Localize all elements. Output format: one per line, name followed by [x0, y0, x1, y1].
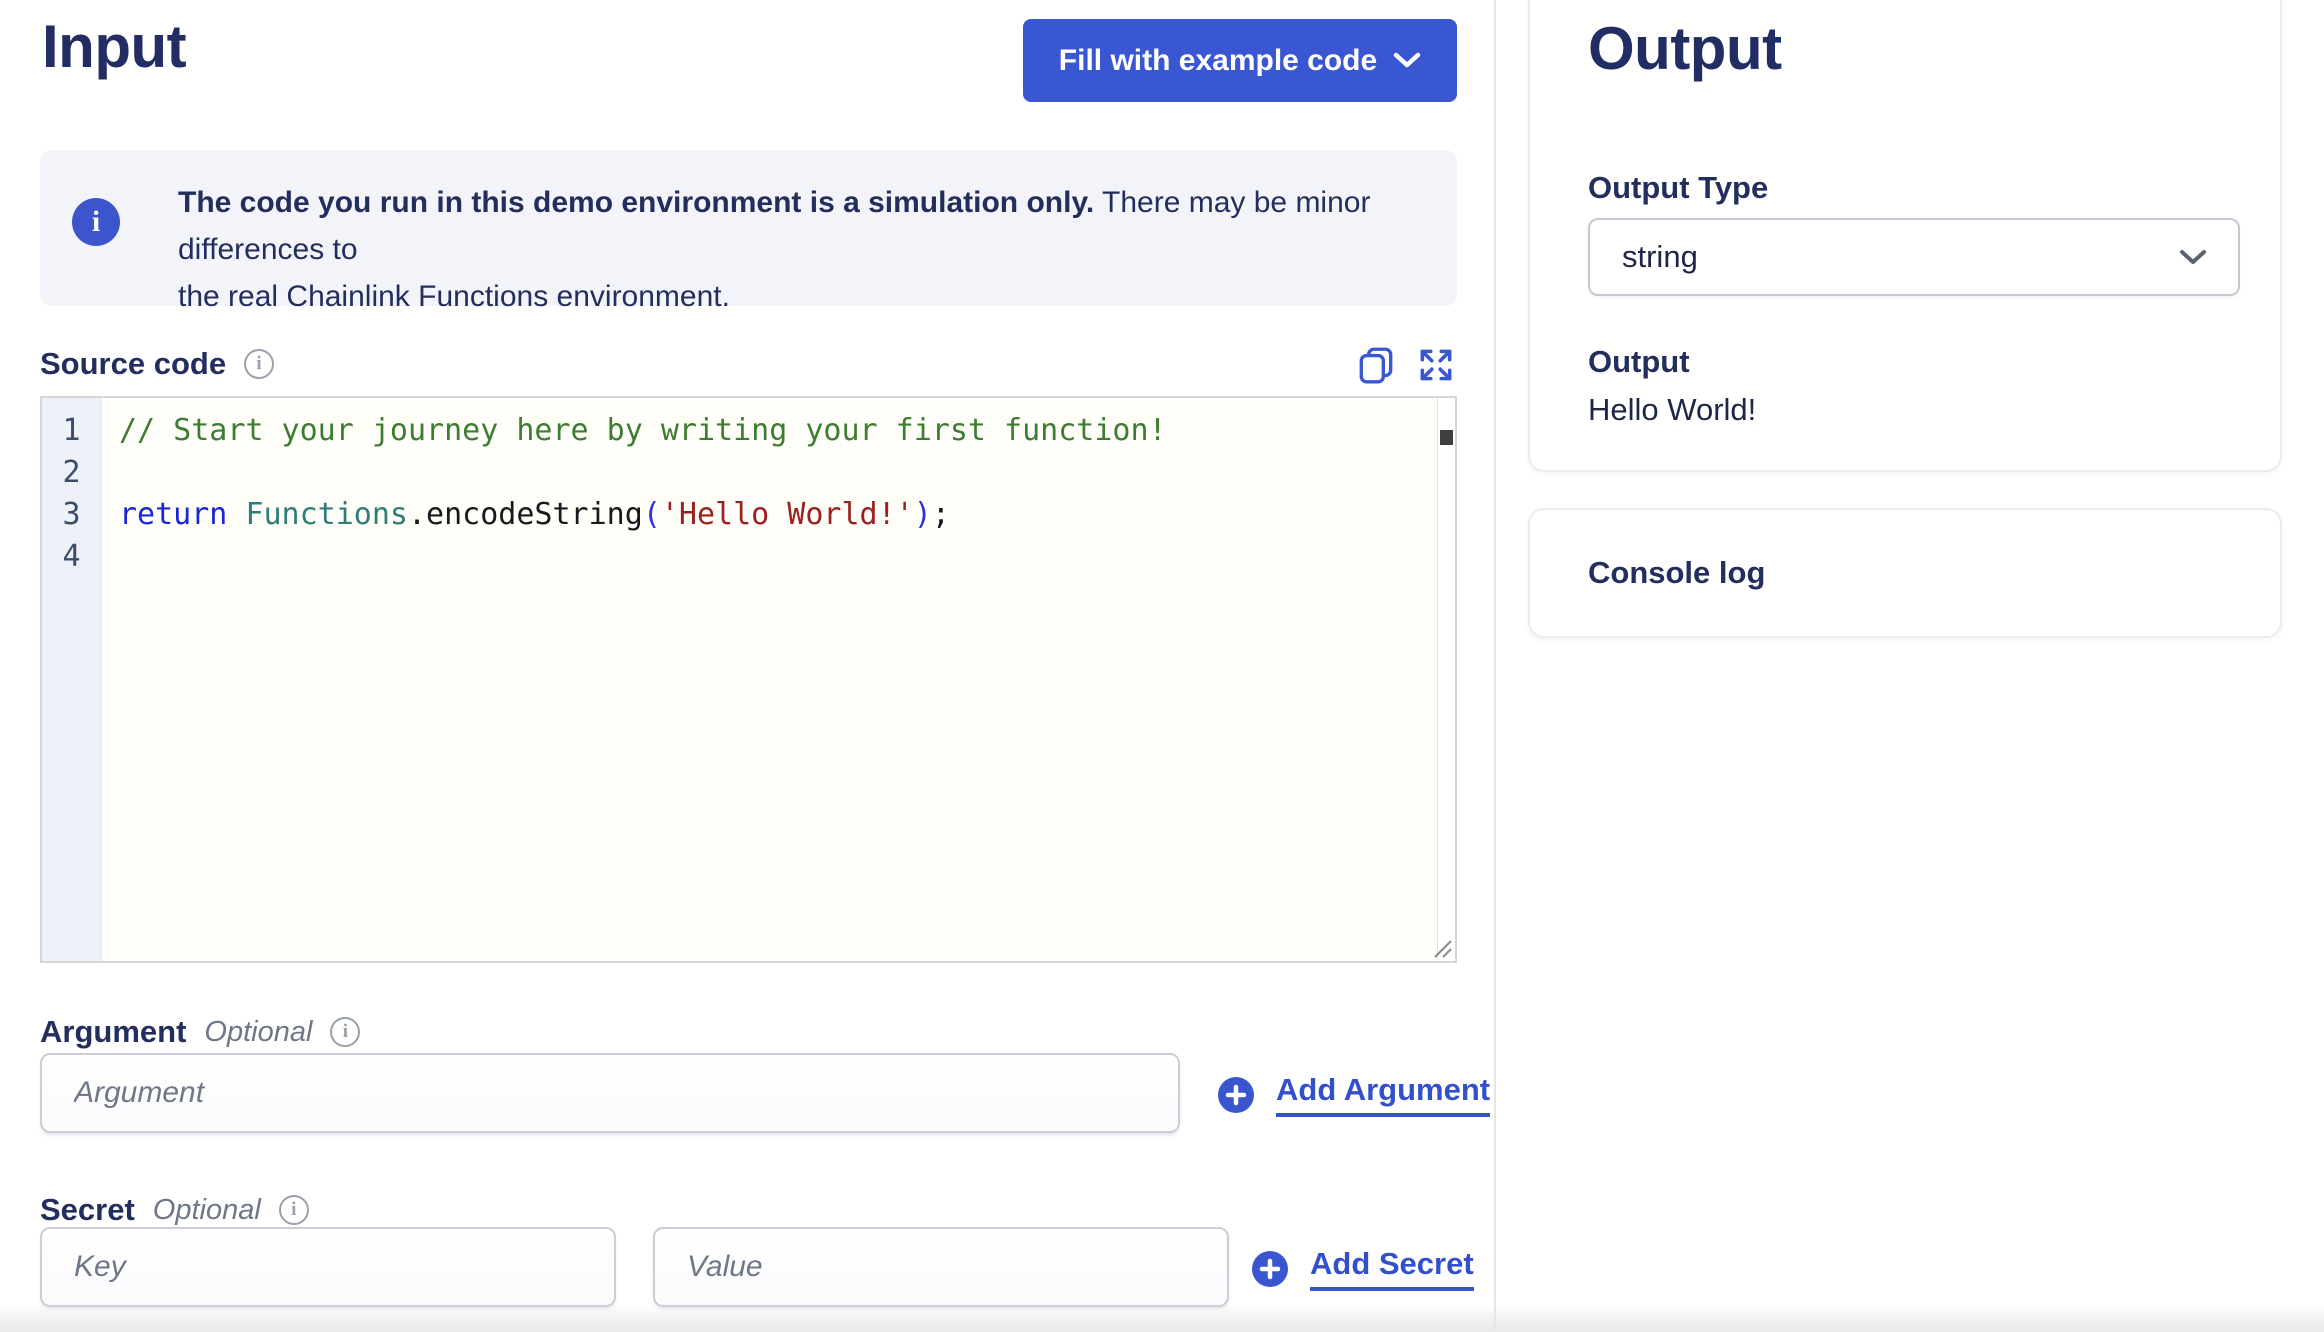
line-number: 3	[62, 497, 81, 532]
fill-with-example-code-button[interactable]: Fill with example code	[1023, 19, 1457, 102]
editor-gutter: 1 2 3 4	[42, 398, 102, 961]
output-type-value: string	[1622, 239, 1698, 274]
editor-actions	[1355, 344, 1457, 386]
argument-header: Argument Optional i	[40, 1014, 361, 1050]
output-type-select[interactable]: string	[1588, 218, 2240, 296]
plus-circle-icon	[1218, 1076, 1254, 1113]
panel-divider	[1494, 0, 1496, 1332]
source-code-info-icon[interactable]: i	[244, 349, 275, 379]
output-panel-title: Output	[1588, 15, 1782, 82]
code-line: return Functions.encodeString('Hello Wor…	[119, 497, 950, 532]
info-icon: i	[72, 198, 120, 246]
argument-info-icon[interactable]: i	[330, 1017, 361, 1047]
code-line: // Start your journey here by writing yo…	[119, 413, 1167, 448]
line-number: 2	[62, 455, 81, 490]
resize-handle-icon[interactable]	[1427, 933, 1453, 959]
plus-circle-icon	[1252, 1250, 1288, 1287]
output-result-label: Output	[1588, 344, 1690, 379]
bottom-fade	[0, 1304, 2324, 1332]
banner-bold-text: The code you run in this demo environmen…	[178, 186, 1095, 219]
input-panel-title: Input	[42, 13, 187, 80]
output-result-value: Hello World!	[1588, 392, 1757, 427]
banner-text: The code you run in this demo environmen…	[178, 179, 1427, 320]
fill-button-label: Fill with example code	[1058, 43, 1378, 77]
editor-scrollbar[interactable]	[1437, 398, 1455, 961]
add-secret-button[interactable]: Add Secret	[1250, 1246, 1474, 1291]
argument-optional-label: Optional	[204, 1015, 313, 1048]
source-code-header: Source code i	[40, 346, 275, 382]
secret-optional-label: Optional	[152, 1193, 261, 1226]
secret-header: Secret Optional i	[40, 1192, 309, 1228]
copy-icon	[1359, 347, 1393, 384]
add-secret-label: Add Secret	[1310, 1246, 1474, 1291]
editor-code[interactable]: // Start your journey here by writing yo…	[103, 398, 1435, 961]
editor-scrollbar-thumb[interactable]	[1440, 430, 1453, 445]
output-card: Output Output Type string Output Hello W…	[1528, 0, 2282, 472]
console-log-card: Console log	[1528, 508, 2282, 638]
line-number: 4	[62, 539, 81, 574]
argument-input[interactable]	[40, 1053, 1180, 1133]
expand-icon	[1420, 349, 1452, 381]
output-type-label: Output Type	[1588, 170, 1769, 205]
expand-editor-button[interactable]	[1415, 344, 1457, 386]
chevron-down-icon	[1393, 52, 1421, 68]
simulation-notice-banner: i The code you run in this demo environm…	[40, 150, 1457, 313]
secret-value-input[interactable]	[653, 1227, 1229, 1307]
line-number: 1	[62, 413, 81, 448]
secret-info-icon[interactable]: i	[278, 1195, 309, 1225]
add-argument-label: Add Argument	[1276, 1072, 1491, 1117]
banner-line-1: The code you run in this demo environmen…	[178, 179, 1427, 273]
copy-code-button[interactable]	[1355, 344, 1397, 386]
chevron-down-icon	[2180, 250, 2206, 264]
argument-label: Argument	[40, 1014, 187, 1049]
secret-label: Secret	[40, 1192, 135, 1227]
banner-line-2: the real Chainlink Functions environment…	[178, 280, 730, 313]
console-log-label: Console log	[1588, 555, 1766, 590]
add-argument-button[interactable]: Add Argument	[1216, 1072, 1491, 1117]
chainlink-functions-playground: Input Fill with example code i The code …	[0, 0, 2324, 1332]
secret-key-input[interactable]	[40, 1227, 616, 1307]
source-code-label: Source code	[40, 346, 227, 381]
source-code-editor[interactable]: 1 2 3 4 // Start your journey here by writi…	[40, 396, 1457, 963]
